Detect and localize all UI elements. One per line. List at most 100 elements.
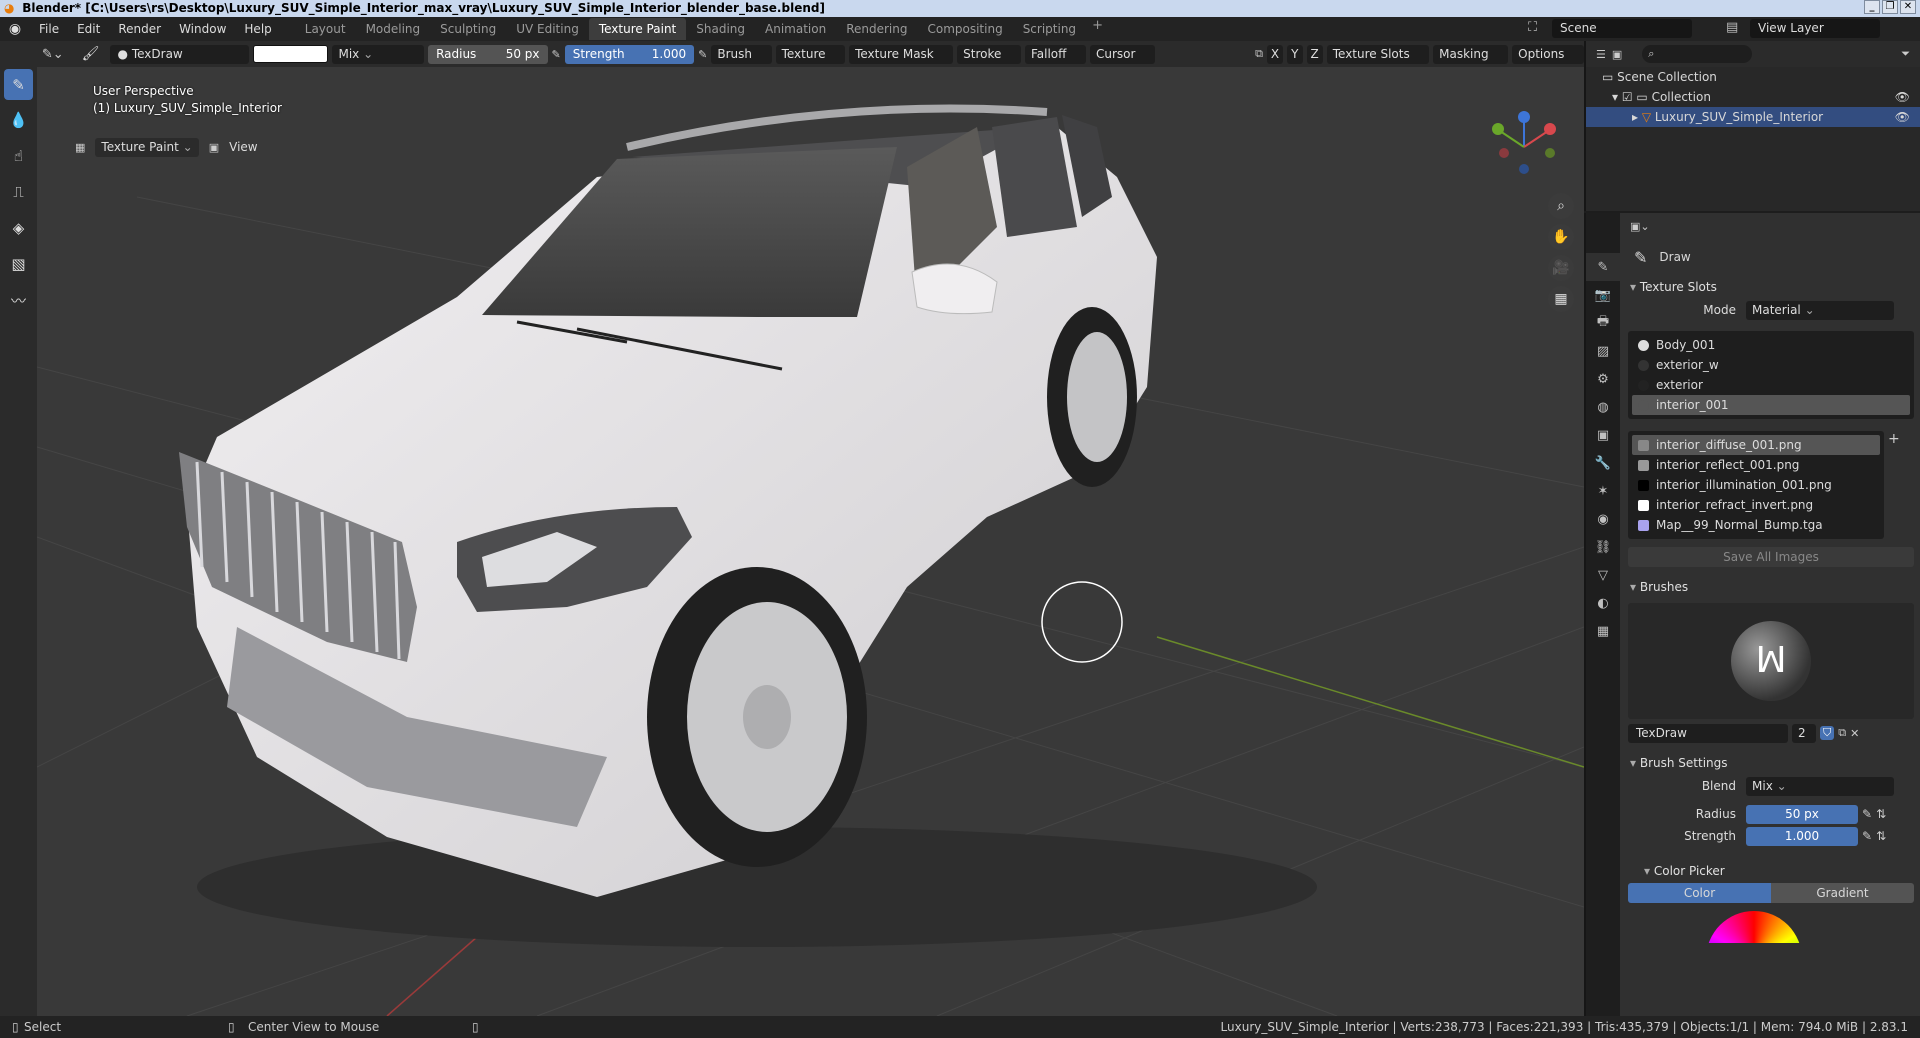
color-picker-panel-header[interactable]: Color Picker: [1620, 859, 1920, 883]
scene-selector[interactable]: Scene: [1552, 19, 1692, 38]
texture-slots-menu[interactable]: Texture Slots: [1326, 44, 1430, 64]
tab-color[interactable]: Color: [1628, 883, 1771, 903]
tool-settings-icon[interactable]: ✎⌄: [42, 47, 78, 62]
brush-users-count[interactable]: 2: [1792, 723, 1816, 743]
scene-tab-icon[interactable]: ⚙: [1586, 365, 1620, 393]
render-tab-icon[interactable]: 📷: [1586, 281, 1620, 309]
symmetry-x-button[interactable]: X: [1266, 44, 1284, 64]
outliner-editor-icon[interactable]: ☰: [1596, 48, 1606, 61]
tab-modeling[interactable]: Modeling: [356, 18, 431, 40]
minimize-button[interactable]: _: [1864, 0, 1880, 14]
menu-window[interactable]: Window: [170, 22, 235, 36]
brush-icon[interactable]: 🖌: [82, 46, 106, 62]
mask-tool-icon[interactable]: ▧: [0, 246, 37, 282]
color-swatch[interactable]: [252, 45, 329, 63]
duplicate-brush-icon[interactable]: ⧉: [1838, 726, 1846, 740]
outliner-scene-collection[interactable]: ▭ Scene Collection: [1586, 67, 1920, 87]
draw-tool-icon[interactable]: ✎: [4, 69, 33, 100]
unlink-brush-icon[interactable]: ✕: [1850, 727, 1859, 740]
blender-menu-icon[interactable]: ◉: [0, 21, 30, 37]
ortho-grid-icon[interactable]: ▦: [1548, 286, 1574, 312]
outliner-object[interactable]: ▸ ▽ Luxury_SUV_Simple_Interior 👁: [1586, 107, 1920, 127]
blend-dropdown[interactable]: Mix: [332, 44, 425, 64]
3d-viewport[interactable]: ▦ Texture Paint ▣ View User Perspective …: [37, 67, 1584, 1016]
material-item-exterior-w[interactable]: exterior_w: [1632, 355, 1910, 375]
save-all-images-button[interactable]: Save All Images: [1628, 547, 1914, 567]
strength-pressure-icon[interactable]: ✎: [698, 48, 707, 61]
material-item-interior[interactable]: interior_001: [1632, 395, 1910, 415]
output-tab-icon[interactable]: 🖶: [1586, 309, 1620, 337]
tab-sculpting[interactable]: Sculpting: [430, 18, 506, 40]
fill-tool-icon[interactable]: ◈: [0, 210, 37, 246]
brush-menu[interactable]: Brush: [711, 44, 772, 64]
maximize-button[interactable]: ❐: [1882, 0, 1898, 14]
clone-tool-icon[interactable]: ⎍: [0, 174, 37, 210]
fake-user-icon[interactable]: ⛉: [1820, 726, 1835, 740]
symmetry-z-button[interactable]: Z: [1306, 44, 1323, 64]
smear-tool-icon[interactable]: ☝: [0, 138, 37, 174]
collection-visibility-icon[interactable]: 👁: [1895, 87, 1920, 107]
tool-tab-icon[interactable]: ✎: [1586, 253, 1620, 281]
texture-tab-icon[interactable]: ▦: [1586, 617, 1620, 645]
tab-gradient[interactable]: Gradient: [1771, 883, 1914, 903]
tab-scripting[interactable]: Scripting: [1013, 18, 1086, 40]
view-layer-icon[interactable]: ▤: [1726, 20, 1738, 35]
texture-menu[interactable]: Texture: [775, 44, 846, 64]
brush-strength-slider[interactable]: 1.000: [1746, 826, 1858, 846]
brush-radius-slider[interactable]: 50 px: [1746, 804, 1858, 824]
pan-hand-icon[interactable]: ✋: [1548, 224, 1574, 250]
material-item-exterior[interactable]: exterior: [1632, 375, 1910, 395]
mode-dropdown[interactable]: Texture Paint: [95, 137, 199, 157]
mask-toggle-icon[interactable]: ▣: [209, 141, 219, 154]
strength-pressure-toggle-icon[interactable]: ✎: [1862, 829, 1872, 843]
menu-file[interactable]: File: [30, 22, 68, 36]
modifier-tab-icon[interactable]: 🔧: [1586, 449, 1620, 477]
brush-name-datablock[interactable]: TexDraw: [1628, 723, 1788, 743]
zoom-icon[interactable]: ⌕: [1548, 193, 1574, 219]
camera-icon[interactable]: 🎥: [1548, 255, 1574, 281]
brush-preview[interactable]: ꟽ: [1628, 603, 1914, 719]
physics-tab-icon[interactable]: ◉: [1586, 505, 1620, 533]
tab-layout[interactable]: Layout: [295, 18, 356, 40]
brush-name-field[interactable]: ● TexDraw: [109, 44, 249, 64]
data-tab-icon[interactable]: ▽: [1586, 561, 1620, 589]
options-menu[interactable]: Options: [1512, 44, 1584, 64]
add-workspace-icon[interactable]: +: [1086, 18, 1109, 40]
properties-editor-icon[interactable]: ▣⌄: [1630, 220, 1650, 233]
texture-slots-panel-header[interactable]: Texture Slots: [1620, 275, 1920, 299]
stroke-menu[interactable]: Stroke: [957, 44, 1021, 64]
menu-edit[interactable]: Edit: [68, 22, 109, 36]
tab-compositing[interactable]: Compositing: [917, 18, 1012, 40]
tab-shading[interactable]: Shading: [686, 18, 755, 40]
object-tab-icon[interactable]: ▣: [1586, 421, 1620, 449]
cursor-menu[interactable]: Cursor: [1090, 44, 1156, 64]
tab-texture-paint[interactable]: Texture Paint: [588, 18, 687, 40]
brush-blend-select[interactable]: Mix: [1746, 776, 1894, 796]
tab-rendering[interactable]: Rendering: [836, 18, 917, 40]
constraints-tab-icon[interactable]: ⛓: [1586, 533, 1620, 561]
object-visibility-icon[interactable]: 👁: [1895, 107, 1920, 127]
image-item-refract[interactable]: interior_refract_invert.png: [1632, 495, 1880, 515]
masking-menu[interactable]: Masking: [1433, 44, 1509, 64]
symmetry-icon[interactable]: ⧉: [1255, 47, 1263, 61]
mode-select[interactable]: Material: [1746, 300, 1894, 320]
material-tab-icon[interactable]: ◐: [1586, 589, 1620, 617]
texture-mask-menu[interactable]: Texture Mask: [849, 44, 954, 64]
radius-pressure-toggle-icon[interactable]: ✎: [1862, 807, 1872, 821]
display-mode-icon[interactable]: ▣: [1612, 48, 1622, 61]
outliner-collection[interactable]: ▾ ☑ ▭ Collection 👁: [1586, 87, 1920, 107]
soften-tool-icon[interactable]: 💧: [0, 102, 37, 138]
image-item-reflect[interactable]: interior_reflect_001.png: [1632, 455, 1880, 475]
view-layer-tab-icon[interactable]: ▨: [1586, 337, 1620, 365]
radius-unit-icon[interactable]: ⇅: [1876, 807, 1886, 821]
view-menu[interactable]: View: [229, 140, 257, 154]
strength-slider[interactable]: Strength 1.000: [564, 44, 695, 64]
image-item-illumination[interactable]: interior_illumination_001.png: [1632, 475, 1880, 495]
material-item-body[interactable]: Body_001: [1632, 335, 1910, 355]
radius-pressure-icon[interactable]: ✎: [552, 48, 561, 61]
image-item-normal[interactable]: Map__99_Normal_Bump.tga: [1632, 515, 1880, 535]
tab-uv-editing[interactable]: UV Editing: [506, 18, 589, 40]
falloff-menu[interactable]: Falloff: [1024, 44, 1087, 64]
scene-icon[interactable]: ⛶: [1528, 20, 1537, 35]
tab-animation[interactable]: Animation: [755, 18, 836, 40]
